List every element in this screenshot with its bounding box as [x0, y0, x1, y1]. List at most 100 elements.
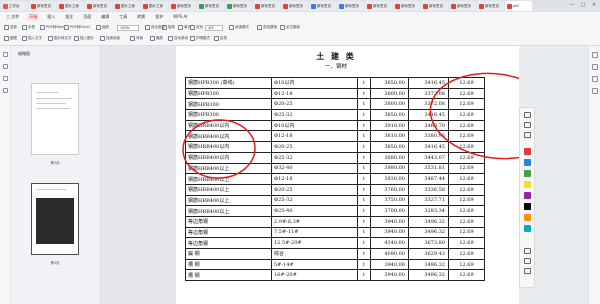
undo-icon[interactable] — [524, 248, 531, 254]
find-replace-icon — [257, 25, 262, 30]
tab-8[interactable]: 新标签页 — [225, 1, 252, 11]
menu-item-9[interactable]: WPS AI — [171, 13, 189, 21]
color-swatch[interactable] — [524, 192, 531, 199]
properties-icon[interactable] — [592, 52, 598, 58]
menu-item-3[interactable]: 批注 — [63, 13, 75, 21]
table-cell: Φ12-18 — [271, 173, 358, 185]
pen-icon[interactable] — [524, 112, 531, 118]
table-cell: 3372.08 — [408, 98, 449, 111]
document-viewport[interactable]: 土 建 类 一、钢材 钢筋HPB300 (高线) Φ10以内 t 3650.00 341… — [101, 46, 519, 304]
row2-button-4[interactable]: 连续阅读 — [100, 36, 120, 41]
color-swatch[interactable] — [524, 170, 531, 177]
table-cell: 钢筋HRB400以内 — [185, 130, 272, 143]
color-swatch[interactable] — [524, 181, 531, 188]
tab-11[interactable]: 新标签页 — [309, 1, 336, 11]
menu-item-1[interactable]: 开始 — [27, 13, 40, 21]
eraser-icon[interactable] — [524, 132, 531, 138]
tab-10[interactable]: 新标签页 — [281, 1, 308, 11]
row1-button-9[interactable]: 阅读模式 — [229, 25, 249, 30]
tab-6[interactable]: 新标签页 — [169, 1, 196, 11]
tab-18[interactable]: pdf — [505, 1, 532, 11]
color-swatch[interactable] — [524, 203, 531, 210]
thumbnail-page-3[interactable] — [31, 83, 79, 155]
tab-favicon-icon — [171, 3, 176, 9]
table-row: 钢筋HRB400以上 Φ25-40 t 3700.00 3283.34 12.69 — [185, 205, 485, 217]
row1-button-4[interactable]: 缩放 — [96, 25, 109, 30]
menu-item-4[interactable]: 页面 — [81, 13, 93, 21]
row2-button-5[interactable]: 背景 — [130, 36, 143, 41]
table-cell: 3850.00 — [370, 141, 409, 153]
highlighter-icon[interactable] — [524, 122, 531, 128]
row2-button-3[interactable]: 插入图片 — [74, 36, 94, 41]
table-cell: 3850.00 — [370, 109, 409, 121]
row1-button-1[interactable]: 手型 — [22, 25, 35, 30]
tab-0[interactable]: 工作台 — [1, 1, 28, 11]
minimize-button[interactable]: — — [569, 2, 575, 8]
settings-icon[interactable] — [524, 268, 531, 274]
tab-5[interactable]: 图片之家 — [141, 1, 168, 11]
maximize-button[interactable]: □ — [580, 2, 586, 8]
table-cell: 12.69 — [448, 173, 485, 185]
share-icon[interactable] — [592, 64, 598, 70]
tab-favicon-icon — [199, 3, 204, 9]
color-swatch[interactable] — [524, 148, 531, 155]
menu-item-8[interactable]: 保护 — [153, 13, 165, 21]
row2-button-7[interactable]: 自动滚动 — [168, 36, 188, 41]
comment-icon[interactable] — [592, 76, 598, 82]
tab-label: 新标签页 — [37, 3, 51, 8]
tab-label: 新标签页 — [345, 3, 359, 8]
tab-4[interactable]: 图片之家 — [113, 1, 140, 11]
menu-item-7[interactable]: 转换 — [135, 13, 147, 21]
menu-item-2[interactable]: 插入 — [45, 13, 57, 21]
annotation-list-icon[interactable] — [3, 76, 8, 81]
tab-7[interactable]: 新标签页 — [197, 1, 224, 11]
more-icon[interactable] — [592, 88, 598, 94]
menu-item-0[interactable]: 三 文件 — [4, 13, 21, 21]
zoom-input[interactable]: 100% — [117, 25, 139, 31]
tab-label: 新标签页 — [93, 3, 107, 8]
rotate-icon — [162, 25, 167, 30]
tab-9[interactable]: 新标签页 — [253, 1, 280, 11]
redo-icon[interactable] — [524, 258, 531, 264]
row2-button-6[interactable]: 播放 — [150, 36, 163, 41]
row1-button-3[interactable]: PDF转Excel — [64, 25, 90, 30]
row2-button-9[interactable]: 目录 — [214, 36, 227, 41]
row2-button-1[interactable]: 插入文字 — [22, 36, 42, 41]
tab-label: 新标签页 — [317, 3, 331, 8]
search-icon[interactable] — [3, 88, 8, 93]
thumbnail-page-4[interactable] — [31, 183, 79, 255]
color-swatch[interactable] — [524, 214, 531, 221]
tab-15[interactable]: 新标签页 — [421, 1, 448, 11]
page-number-input[interactable]: 4/5 — [205, 25, 223, 31]
row1-button-6[interactable]: 旋转 — [162, 25, 175, 30]
table-cell: 3750.00 — [370, 194, 409, 207]
row1-button-0[interactable]: 选择 — [4, 25, 17, 30]
menu-item-6[interactable]: 工具 — [117, 13, 129, 21]
table-cell: t — [357, 151, 371, 164]
tab-1[interactable]: 新标签页 — [29, 1, 56, 11]
table-cell: 钢筋HRB400以上 — [185, 162, 272, 175]
row1-button-10[interactable]: 查找替换 — [257, 25, 277, 30]
tab-14[interactable]: 新标签页 — [393, 1, 420, 11]
tab-2[interactable]: 图片之家 — [57, 1, 84, 11]
color-swatch[interactable] — [524, 159, 531, 166]
tab-17[interactable]: 新标签页 — [477, 1, 504, 11]
row1-button-8[interactable]: 双页 — [190, 25, 203, 30]
table-cell: Φ12-18 — [271, 87, 358, 100]
thumbnail-icon[interactable] — [3, 52, 8, 57]
row2-button-8[interactable]: 护眼模式 — [190, 36, 210, 41]
tab-16[interactable]: 新标签页 — [449, 1, 476, 11]
tab-12[interactable]: 新标签页 — [337, 1, 364, 11]
row1-button-2[interactable]: PDF转Word — [40, 25, 65, 30]
tab-favicon-icon — [143, 3, 148, 9]
tab-13[interactable]: 新标签页 — [365, 1, 392, 11]
menu-item-5[interactable]: 编辑 — [99, 13, 111, 21]
row1-button-11[interactable]: 全文翻译 — [280, 25, 300, 30]
color-swatch[interactable] — [524, 225, 531, 232]
row2-button-2[interactable]: 图片转文字 — [48, 36, 72, 41]
close-button[interactable]: × — [591, 2, 597, 8]
bookmark-icon[interactable] — [3, 64, 8, 69]
tab-3[interactable]: 新标签页 — [85, 1, 112, 11]
ribbon-button-label: 全文翻译 — [286, 25, 300, 29]
row2-button-0[interactable]: 截图 — [4, 36, 17, 41]
